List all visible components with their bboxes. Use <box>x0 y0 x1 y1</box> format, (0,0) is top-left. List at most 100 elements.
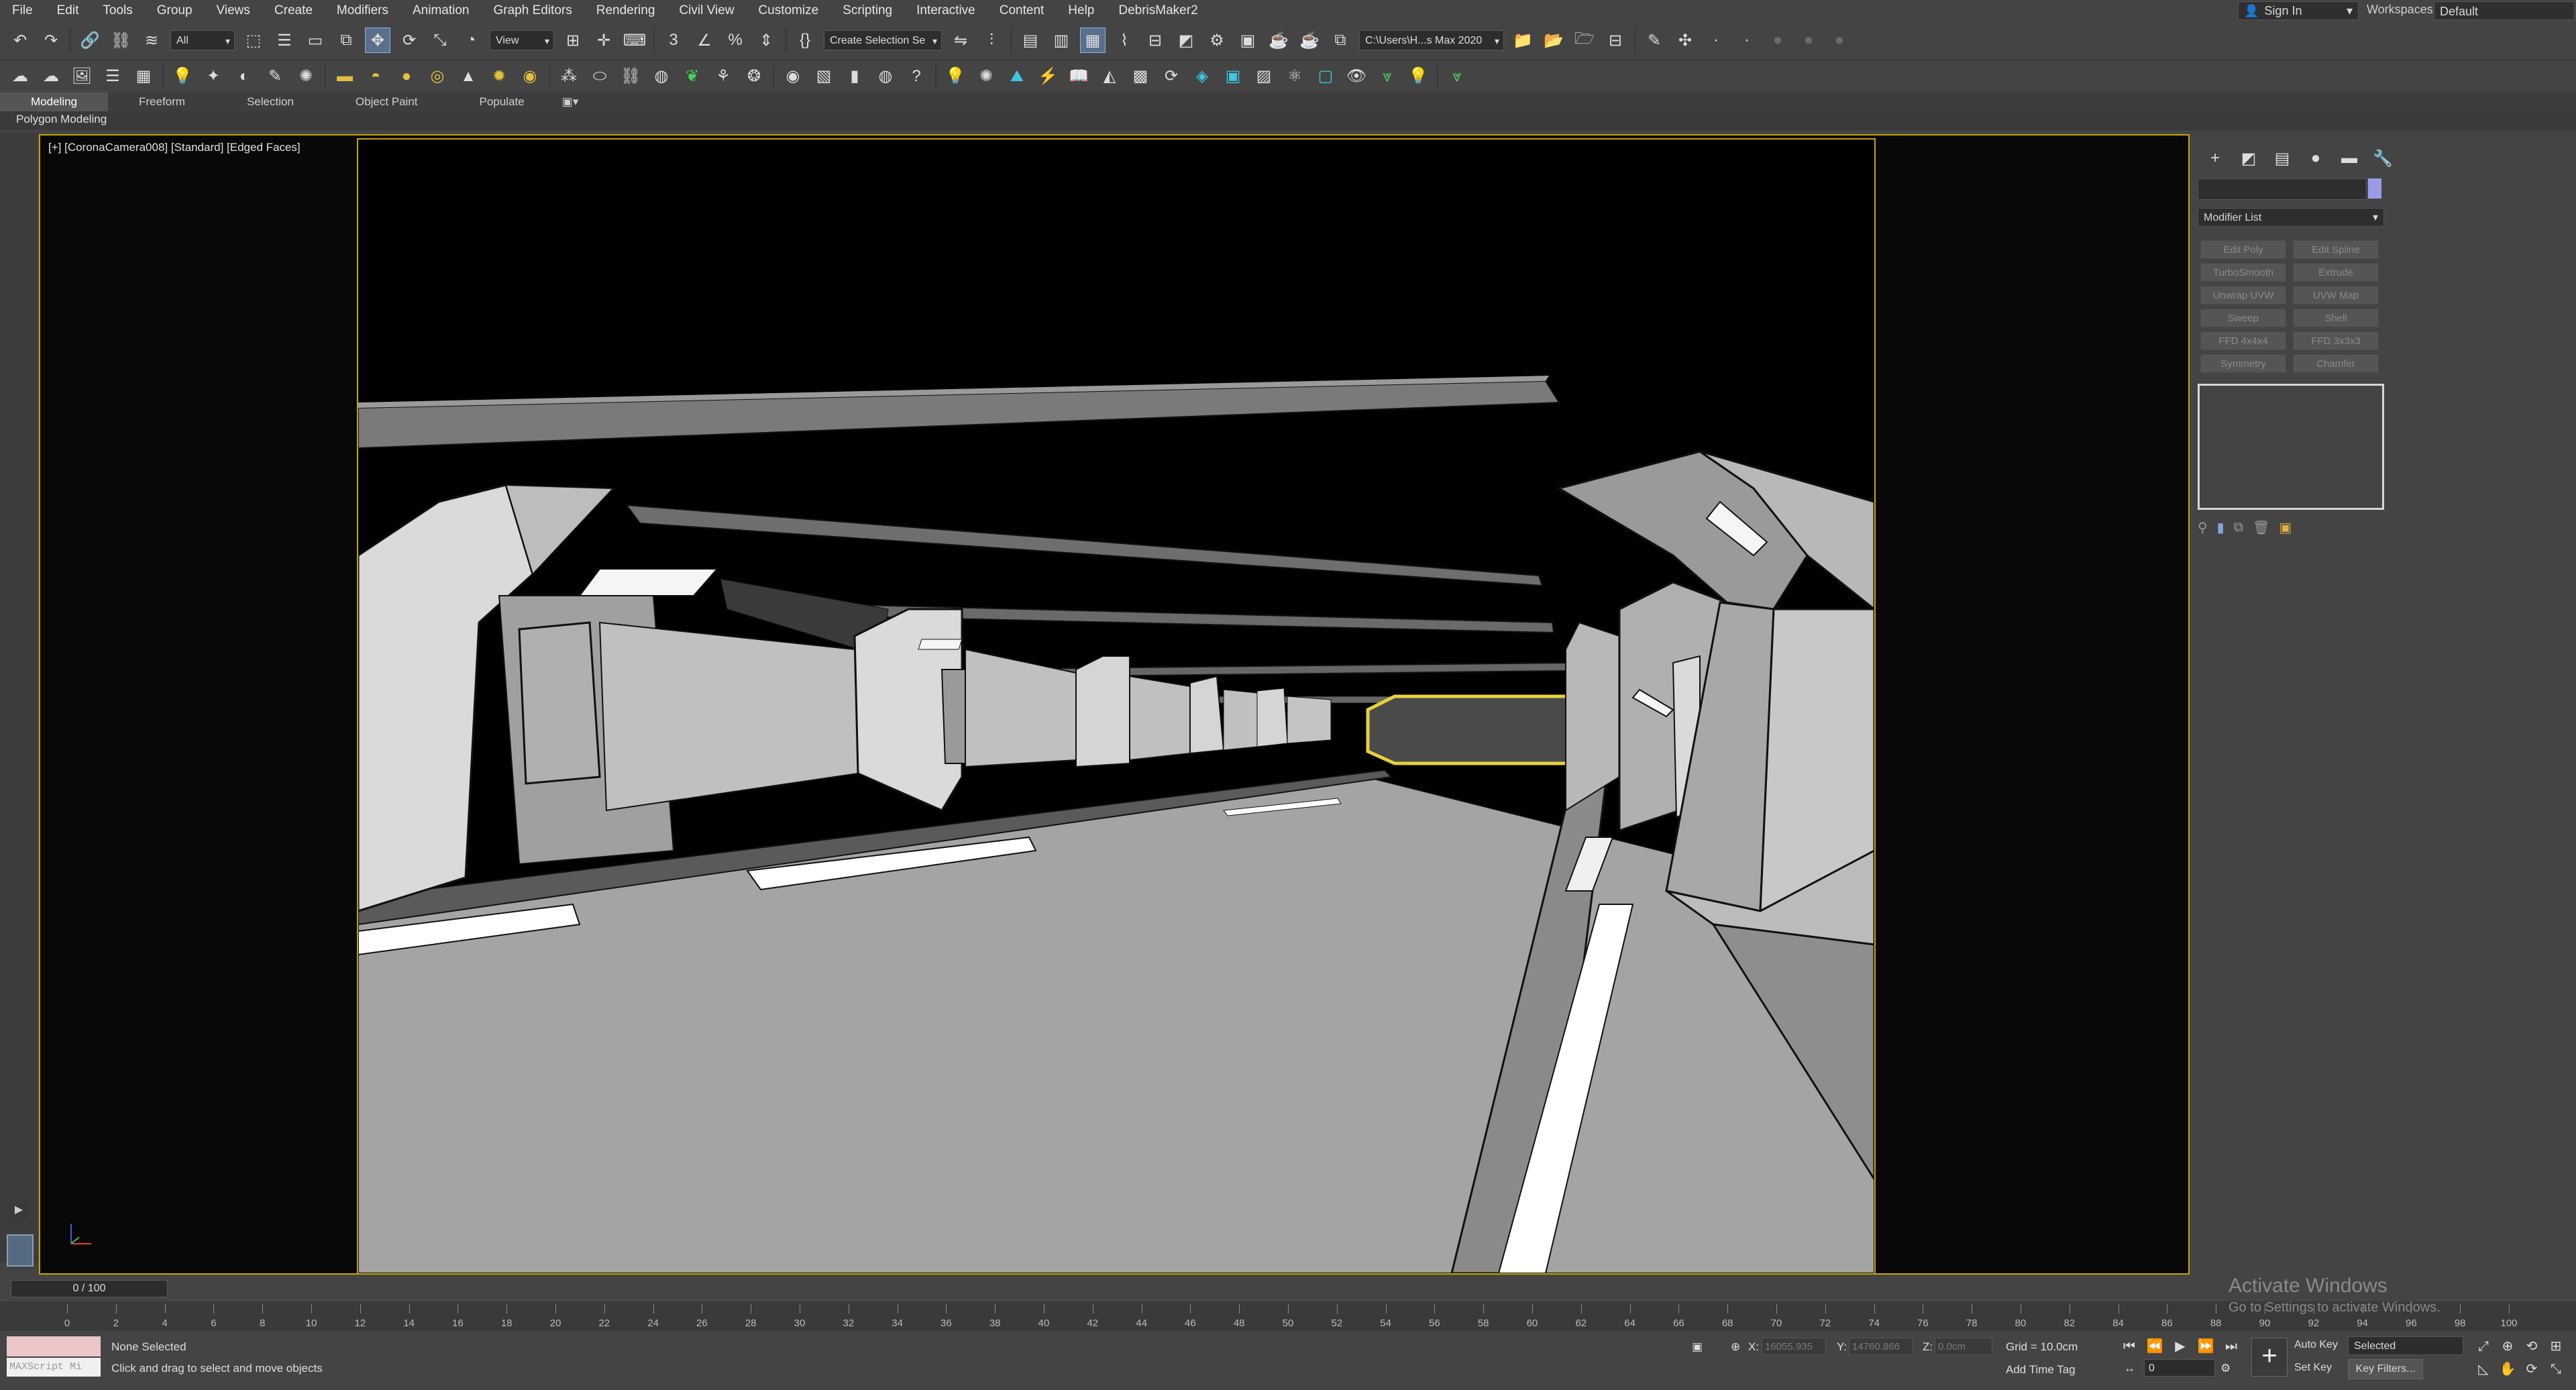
y-coordinate-field[interactable]: 14760.866 <box>1849 1338 1913 1355</box>
tab-object-paint[interactable]: Object Paint <box>325 93 449 111</box>
menu-animation[interactable]: Animation <box>400 0 482 21</box>
field-of-view-icon[interactable]: ◺ <box>2473 1359 2494 1379</box>
unlink-icon[interactable]: ⛓ <box>109 28 133 52</box>
orb-icon[interactable]: ◉ <box>518 64 542 89</box>
key-filters-button[interactable]: Key Filters... <box>2348 1359 2423 1379</box>
auto-key-button[interactable]: Auto Key <box>2294 1339 2338 1351</box>
modifier-chamfer-button[interactable]: Chamfer <box>2293 354 2379 373</box>
rect-selection-region-icon[interactable]: ▭ <box>303 28 327 52</box>
time-icon[interactable]: ◐ <box>232 64 256 89</box>
snaps-toggle-icon[interactable]: 3 <box>661 28 686 52</box>
picture-icon[interactable]: ▨ <box>1252 64 1276 89</box>
modifier-uvw-map-button[interactable]: UVW Map <box>2293 286 2379 305</box>
modifier-sweep-button[interactable]: Sweep <box>2200 309 2286 327</box>
menu-customize[interactable]: Customize <box>746 0 830 21</box>
light-bulb-icon[interactable]: 💡 <box>943 64 967 89</box>
render-iterative-icon[interactable]: ☕ <box>1297 28 1322 52</box>
window-crossing-icon[interactable]: ⧉ <box>334 28 358 52</box>
absolute-mode-icon[interactable]: ⊕ <box>1731 1340 1740 1354</box>
select-and-scale-icon[interactable]: ⤡ <box>428 28 452 52</box>
link-icon[interactable]: 🔗 <box>78 28 102 52</box>
maxscript-mini-listener[interactable]: MAXScript Mi <box>7 1358 101 1377</box>
time-config-icon[interactable]: ⚙ <box>2220 1362 2231 1375</box>
modifier-turbosmooth-button[interactable]: TurboSmooth <box>2200 263 2286 282</box>
select-and-move-icon[interactable]: ✥ <box>365 28 390 53</box>
render-icon[interactable]: ◈ <box>1190 64 1214 89</box>
box-icon[interactable]: ▬ <box>333 64 357 89</box>
double-chevron-icon[interactable]: ⩔ <box>1375 64 1399 89</box>
capsule-icon[interactable]: ⬭ <box>588 64 612 89</box>
make-unique-icon[interactable]: ⧉ <box>2234 520 2243 535</box>
fur-icon[interactable]: ⚛ <box>1283 64 1307 89</box>
select-by-name-icon[interactable]: ☰ <box>272 28 297 52</box>
percent-snap-icon[interactable]: % <box>723 28 747 52</box>
goto-end-icon[interactable]: ⏭ <box>2220 1336 2242 1356</box>
viewport-label[interactable]: [+] [CoronaCamera008] [Standard] [Edged … <box>48 141 301 154</box>
scene-explorer-icon[interactable]: ▤ <box>1018 28 1042 52</box>
named-selection-dropdown[interactable]: Create Selection Se <box>824 30 942 51</box>
cloth-icon[interactable]: ⚘ <box>711 64 735 89</box>
fire-icon[interactable]: ✺ <box>294 64 318 89</box>
undo-icon[interactable]: ↶ <box>8 28 32 52</box>
light-icon[interactable]: 💡 <box>170 64 195 89</box>
lamp-icon[interactable]: ✦ <box>201 64 225 89</box>
set-project-folder-icon[interactable]: 📁 <box>1511 28 1535 52</box>
angle-snap-icon[interactable]: ∠ <box>692 28 716 52</box>
hierarchy-tab-icon[interactable]: ▤ <box>2267 146 2297 170</box>
schematic-view-icon[interactable]: ⊟ <box>1143 28 1167 52</box>
circle-icon[interactable]: ● <box>1827 28 1851 52</box>
modifier-unwrap-uvw-button[interactable]: Unwrap UVW <box>2200 286 2286 305</box>
play-icon[interactable]: ▶ <box>2169 1336 2191 1356</box>
menu-views[interactable]: Views <box>205 0 262 21</box>
previous-frame-icon[interactable]: ⏪ <box>2144 1336 2165 1356</box>
sphere-icon[interactable]: ● <box>394 64 419 89</box>
tab-modeling[interactable]: Modeling <box>0 93 108 111</box>
edit-named-selection-icon[interactable]: {} <box>793 28 817 52</box>
modifier-ffd333-button[interactable]: FFD 3x3x3 <box>2293 331 2379 350</box>
maximize-viewport-icon[interactable]: ⊞ <box>2545 1336 2567 1356</box>
select-and-rotate-icon[interactable]: ⟳ <box>397 28 421 52</box>
redo-icon[interactable]: ↷ <box>39 28 63 52</box>
scatter-icon[interactable]: ⁂ <box>557 64 581 89</box>
mountain-icon[interactable]: ⛰ <box>1005 64 1029 89</box>
rendered-frame-window-icon[interactable]: ▣ <box>1236 28 1260 52</box>
configure-sets-icon[interactable]: ▣ <box>2279 519 2292 536</box>
project-settings-icon[interactable]: ⊟ <box>1603 28 1627 52</box>
menu-modifiers[interactable]: Modifiers <box>325 0 400 21</box>
eye-icon[interactable]: 👁 <box>1344 64 1368 89</box>
select-manipulate-icon[interactable]: ✛ <box>592 28 616 52</box>
region-icon[interactable]: ▢ <box>1313 64 1338 89</box>
tab-populate[interactable]: Populate <box>449 93 555 111</box>
modifier-list-dropdown[interactable]: Modifier List <box>2198 208 2384 227</box>
menu-edit[interactable]: Edit <box>45 0 91 21</box>
ribbon-panel-label[interactable]: Polygon Modeling <box>16 113 107 126</box>
cloud-icon[interactable]: ☁ <box>39 64 63 89</box>
pan-icon[interactable]: ✋ <box>2497 1359 2518 1379</box>
sign-in-button[interactable]: 👤 Sign In ▾ <box>2238 1 2359 20</box>
workspace-dropdown[interactable]: Default <box>2434 1 2575 20</box>
globe-settings-icon[interactable]: ◍ <box>873 64 898 89</box>
display-tab-icon[interactable]: ▬ <box>2334 146 2364 170</box>
material-ball-icon[interactable]: ◉ <box>781 64 805 89</box>
menu-civil-view[interactable]: Civil View <box>667 0 746 21</box>
isolate-selection-icon[interactable]: ▣ <box>1692 1340 1703 1354</box>
align-icon[interactable]: ⫶ <box>979 28 1004 52</box>
open-folder-icon[interactable]: 🗁 <box>1572 28 1597 52</box>
sun-icon[interactable]: ✹ <box>487 64 511 89</box>
orbit-camera-icon[interactable]: ⟳ <box>2521 1359 2542 1379</box>
double-chevron-down-icon[interactable]: ⩔ <box>1445 64 1469 89</box>
x-coordinate-field[interactable]: 16055.935 <box>1762 1338 1826 1355</box>
next-frame-icon[interactable]: ⏩ <box>2195 1336 2216 1356</box>
help-icon[interactable]: ? <box>904 64 928 89</box>
remove-modifier-icon[interactable]: 🗑 <box>2253 519 2269 536</box>
tab-selection[interactable]: Selection <box>216 93 325 111</box>
modifier-extrude-button[interactable]: Extrude <box>2293 263 2379 282</box>
maxscript-listener-input[interactable] <box>7 1336 101 1356</box>
frame-buffer-icon[interactable]: ▣ <box>1221 64 1245 89</box>
menu-interactive[interactable]: Interactive <box>904 0 987 21</box>
gear-icon[interactable]: ✺ <box>974 64 998 89</box>
menu-scripting[interactable]: Scripting <box>830 0 904 21</box>
orbit-icon[interactable]: ⟲ <box>2521 1336 2542 1356</box>
render-cloud-icon[interactable]: ⧉ <box>1328 28 1352 52</box>
brush-icon[interactable]: ✎ <box>1642 28 1666 52</box>
